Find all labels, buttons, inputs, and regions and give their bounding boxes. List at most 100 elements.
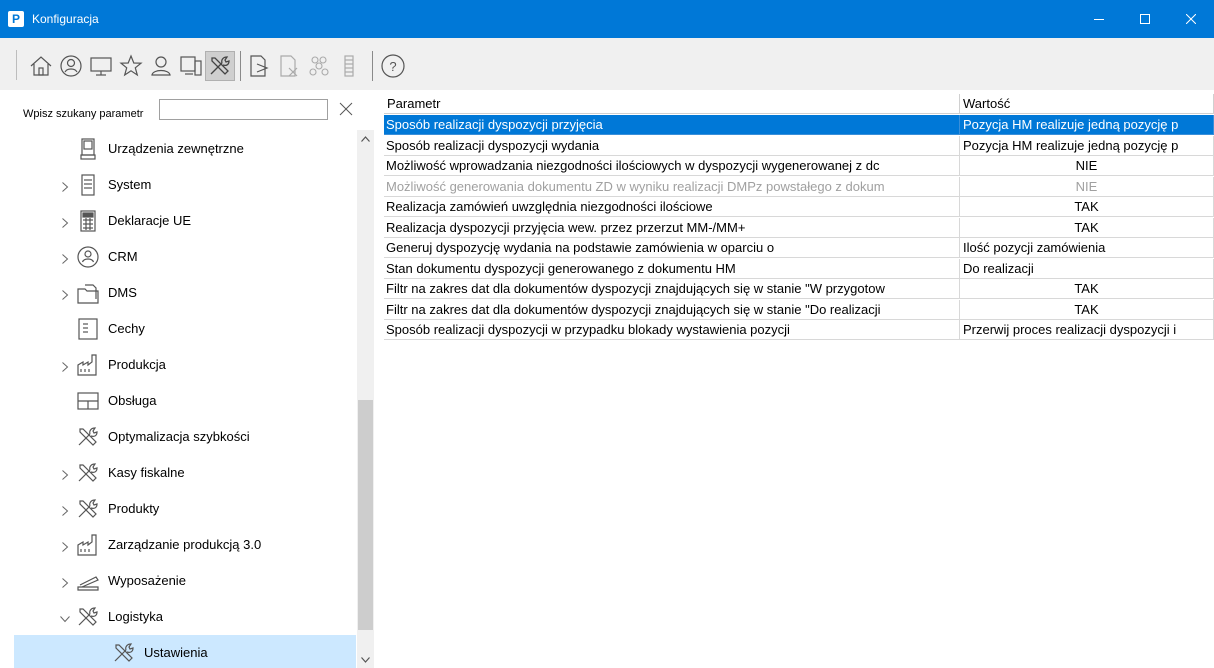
parameter-cell: Możliwość generowania dokumentu ZD w wyn… [384,176,960,197]
group-icon[interactable] [306,51,332,81]
table-row[interactable]: Generuj dyspozycję wydania na podstawie … [384,238,1214,258]
chevron-right-icon[interactable] [60,504,70,516]
search-label: Wpisz szukany parametr [23,108,144,120]
contact-icon[interactable] [58,51,84,81]
tree-item[interactable]: Kasy fiskalne [0,455,356,491]
stapler-icon [76,569,100,593]
chevron-right-icon[interactable] [60,288,70,300]
parameter-cell: Filtr na zakres dat dla dokumentów dyspo… [384,299,960,320]
tools-icon [112,641,136,665]
tree-item[interactable]: Logistyka [0,599,356,635]
table-row[interactable]: Realizacja zamówień uwzględnia niezgodno… [384,197,1214,217]
tree-item[interactable]: Cechy [0,311,356,347]
column-header-wartosc[interactable]: Wartość [960,94,1214,114]
tree-item[interactable]: CRM [0,239,356,275]
column-header-parametr[interactable]: Parametr [384,94,960,114]
table-row[interactable]: Sposób realizacji dyspozycji wydania Pozy… [384,135,1214,156]
chevron-down-icon[interactable] [357,651,374,668]
value-cell[interactable]: TAK [960,197,1214,217]
server-icon [76,173,100,197]
value-cell[interactable]: Pozycja HM realizuje jedną pozycję p [960,115,1214,135]
tree-item[interactable]: Optymalizacja szybkości [0,419,356,455]
chevron-right-icon[interactable] [60,468,70,480]
window-icon [76,389,100,413]
table-row[interactable]: Możliwość generowania dokumentu ZD w wyn… [384,176,1214,197]
tools-icon [76,497,100,521]
star-icon[interactable] [118,51,144,81]
tree-item-label: Optymalizacja szybkości [108,429,250,444]
value-cell[interactable]: Pozycja HM realizuje jedną pozycję p [960,135,1214,156]
toolbar-separator [372,51,373,81]
value-cell[interactable]: NIE [960,156,1214,176]
table-row[interactable]: Sposób realizacji dyspozycji przyjęcia Po… [384,115,1214,135]
home-icon[interactable] [28,51,54,81]
tools-icon[interactable] [205,51,235,81]
tree-item-label: Produkcja [108,357,166,372]
tree-item[interactable]: Produkcja [0,347,356,383]
tree-item[interactable]: System [0,167,356,203]
tree-item[interactable]: Ustawienia [14,635,356,668]
chevron-down-icon[interactable] [60,612,70,623]
devices-icon[interactable] [178,51,204,81]
value-cell[interactable]: NIE [960,176,1214,197]
value-cell[interactable]: TAK [960,217,1214,238]
list-icon[interactable] [336,51,362,81]
document-x-icon[interactable] [276,51,302,81]
factory-icon [76,533,100,557]
chevron-right-icon[interactable] [60,216,70,228]
tree-item[interactable]: Deklaracje UE [0,203,356,239]
folder-doc-icon [76,281,100,305]
chevron-right-icon[interactable] [60,180,70,192]
parameter-cell: Stan dokumentu dyspozycji generowanego z… [384,258,960,279]
parameters-grid: Parametr Wartość Sposób realizacji dyspo… [384,90,1214,668]
tree-item[interactable]: DMS [0,275,356,311]
chevron-right-icon[interactable] [60,360,70,372]
help-icon[interactable]: ? [380,51,406,81]
tools-icon [76,425,100,449]
value-cell[interactable]: Do realizacji [960,258,1214,279]
value-cell[interactable]: Przerwij proces realizacji dyspozycji i [960,320,1214,340]
chevron-right-icon[interactable] [60,252,70,264]
parameter-cell: Generuj dyspozycję wydania na podstawie … [384,238,960,258]
table-row[interactable]: Filtr na zakres dat dla dokumentów dyspo… [384,299,1214,320]
tree-item-label: CRM [108,249,138,264]
tree-item[interactable]: Produkty [0,491,356,527]
tree-item[interactable]: Obsługa [0,383,356,419]
maximize-button[interactable] [1122,0,1168,38]
tree-item[interactable]: Wyposażenie [0,563,356,599]
table-row[interactable]: Realizacja dyspozycji przyjęcia wew. prz… [384,217,1214,238]
tree-item-label: Urządzenia zewnętrzne [108,141,244,156]
parameter-cell: Możliwość wprowadzania niezgodności iloś… [384,156,960,176]
table-row[interactable]: Możliwość wprowadzania niezgodności iloś… [384,156,1214,176]
value-cell[interactable]: TAK [960,299,1214,320]
table-row[interactable]: Sposób realizacji dyspozycji w przypadku… [384,320,1214,340]
table-row[interactable]: Filtr na zakres dat dla dokumentów dyspo… [384,279,1214,299]
value-cell[interactable]: Ilość pozycji zamówienia [960,238,1214,258]
parameter-cell: Sposób realizacji dyspozycji przyjęcia [384,115,960,135]
document-arrow-icon[interactable] [246,51,272,81]
parameter-cell: Sposób realizacji dyspozycji w przypadku… [384,320,960,340]
tree-item-label: Logistyka [108,609,163,624]
toolbar: ? [0,38,1214,90]
scrollbar-thumb[interactable] [358,400,373,630]
chevron-right-icon[interactable] [60,576,70,588]
parameter-cell: Realizacja zamówień uwzględnia niezgodno… [384,197,960,217]
tree-item-label: Zarządzanie produkcją 3.0 [108,537,262,552]
close-button[interactable] [1168,0,1214,38]
chevron-right-icon[interactable] [60,540,70,552]
app-logo-icon: P [8,11,24,27]
search-input[interactable] [159,99,328,120]
close-icon[interactable] [339,102,353,116]
table-row[interactable]: Stan dokumentu dyspozycji generowanego z… [384,258,1214,279]
title-bar: P Konfiguracja [0,0,1214,38]
computer-icon[interactable] [88,51,114,81]
minimize-button[interactable] [1076,0,1122,38]
chevron-up-icon[interactable] [357,130,374,147]
parameter-cell: Filtr na zakres dat dla dokumentów dyspo… [384,279,960,299]
value-cell[interactable]: TAK [960,279,1214,299]
user-icon[interactable] [148,51,174,81]
tree-scrollbar[interactable] [357,130,374,668]
parameter-cell: Realizacja dyspozycji przyjęcia wew. prz… [384,217,960,238]
tree-item[interactable]: Zarządzanie produkcją 3.0 [0,527,356,563]
tree-item[interactable]: Urządzenia zewnętrzne [0,131,356,167]
